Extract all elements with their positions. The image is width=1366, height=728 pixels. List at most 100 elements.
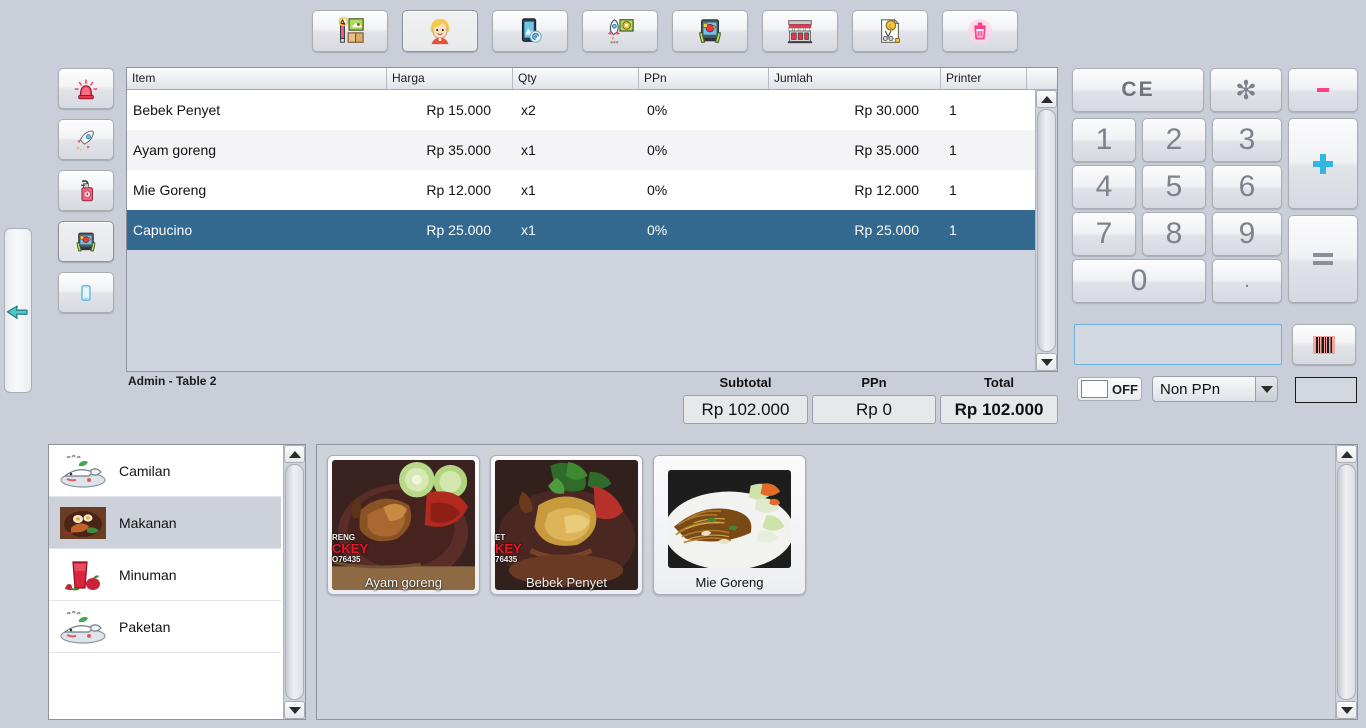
cell-harga: Rp 25.000 <box>426 222 491 238</box>
scroll-down-button[interactable] <box>1336 701 1357 719</box>
scroll-up-button[interactable] <box>1336 445 1357 463</box>
bebek-penyet-photo <box>495 460 638 590</box>
product-thumbnail <box>332 460 475 590</box>
scroll-track[interactable] <box>1336 463 1357 701</box>
key-decimal[interactable]: . <box>1212 259 1282 303</box>
customer-button[interactable] <box>402 10 478 52</box>
product-scrollbar-inner[interactable] <box>1335 445 1357 719</box>
table-row[interactable]: Mie Goreng Rp 12.000 x1 0% Rp 12.000 1 <box>127 170 1057 210</box>
session-context-label: Admin - Table 2 <box>128 374 217 388</box>
scroll-thumb[interactable] <box>1337 464 1356 700</box>
category-item-camilan[interactable]: Camilan <box>49 445 282 497</box>
scroll-down-button[interactable] <box>1036 353 1057 371</box>
discount-field[interactable] <box>1295 377 1357 403</box>
scroll-track[interactable] <box>284 463 305 701</box>
clipboard-coin-icon: L <box>881 18 900 43</box>
spray-button[interactable] <box>58 170 114 211</box>
subtotal-value: Rp 102.000 <box>683 395 808 424</box>
store-button[interactable] <box>762 10 838 52</box>
key-minus[interactable] <box>1288 68 1358 112</box>
storefront-icon <box>787 20 813 44</box>
key-6[interactable]: 6 <box>1212 165 1282 209</box>
table-row[interactable]: Ayam goreng Rp 35.000 x1 0% Rp 35.000 1 <box>127 130 1057 170</box>
scroll-track[interactable] <box>1036 108 1057 353</box>
numeric-keypad: CE ✻ 1 2 3 4 5 6 7 8 9 0 . <box>1072 68 1358 311</box>
ppn-label: PPn <box>861 375 887 390</box>
product-card-mie-goreng[interactable]: Mie Goreng <box>653 455 806 595</box>
key-asterisk[interactable]: ✻ <box>1210 68 1282 112</box>
rocket-settings-icon <box>607 19 634 44</box>
arcade-machine-icon <box>699 19 721 43</box>
plus-icon <box>1313 153 1333 174</box>
mie-goreng-photo <box>668 470 791 568</box>
category-scrollbar[interactable] <box>281 445 305 719</box>
cell-printer: 1 <box>949 182 957 198</box>
sync-button[interactable] <box>492 10 568 52</box>
panel-expand-tab[interactable] <box>4 228 32 393</box>
table-row[interactable]: Bebek Penyet Rp 15.000 x2 0% Rp 30.000 1 <box>127 90 1057 130</box>
scroll-thumb[interactable] <box>1037 109 1056 352</box>
product-scrollbar[interactable] <box>1333 445 1357 719</box>
barcode-input[interactable] <box>1074 324 1282 365</box>
key-1[interactable]: 1 <box>1072 118 1136 162</box>
key-8[interactable]: 8 <box>1142 212 1206 256</box>
subtotal-label: Subtotal <box>719 375 772 390</box>
column-header-harga[interactable]: Harga <box>387 68 513 89</box>
boost-button[interactable] <box>58 119 114 160</box>
arcade-button[interactable] <box>58 221 114 262</box>
cell-printer: 1 <box>949 102 957 118</box>
category-item-makanan[interactable]: Makanan <box>49 497 282 549</box>
key-equals[interactable] <box>1288 215 1358 303</box>
media-button[interactable] <box>672 10 748 52</box>
trash-icon <box>967 18 993 44</box>
delete-button[interactable] <box>942 10 1018 52</box>
fish-dish-icon <box>60 610 106 644</box>
key-2[interactable]: 2 <box>1142 118 1206 162</box>
category-item-paketan[interactable]: Paketan <box>49 601 282 653</box>
ppn-select[interactable]: Non PPn <box>1152 376 1278 402</box>
launch-button[interactable] <box>582 10 658 52</box>
scroll-down-button[interactable] <box>284 701 305 719</box>
column-header-ppn[interactable]: PPn <box>639 68 769 89</box>
scroll-up-button[interactable] <box>1036 90 1057 108</box>
cell-ppn: 0% <box>647 222 668 238</box>
key-ce[interactable]: CE <box>1072 68 1204 112</box>
siren-icon <box>74 78 98 99</box>
column-header-printer[interactable]: Printer <box>941 68 1027 89</box>
chevron-down-icon[interactable] <box>1255 377 1277 401</box>
category-item-minuman[interactable]: Minuman <box>49 549 282 601</box>
table-row-selected[interactable]: Capucino Rp 25.000 x1 0% Rp 25.000 1 <box>127 210 1057 250</box>
scroll-thumb[interactable] <box>285 464 304 700</box>
scroll-up-button[interactable] <box>284 445 305 463</box>
key-4[interactable]: 4 <box>1072 165 1136 209</box>
product-card-ayam-goreng[interactable]: RENG CKEY O76435 Ayam goreng <box>327 455 480 595</box>
key-0[interactable]: 0 <box>1072 259 1206 303</box>
ppn-toggle[interactable]: OFF <box>1077 377 1142 401</box>
product-watermark: ET KEY 76435 <box>495 533 522 564</box>
report-button[interactable]: L <box>852 10 928 52</box>
key-7[interactable]: 7 <box>1072 212 1136 256</box>
barcode-scan-button[interactable] <box>1292 324 1356 365</box>
ppn-group: PPn Rp 0 <box>812 375 936 424</box>
new-order-button[interactable] <box>312 10 388 52</box>
product-card-bebek-penyet[interactable]: ET KEY 76435 Bebek Penyet <box>490 455 643 595</box>
column-header-item[interactable]: Item <box>127 68 387 89</box>
category-scrollbar-inner[interactable] <box>283 445 305 719</box>
cell-ppn: 0% <box>647 142 668 158</box>
column-header-qty[interactable]: Qty <box>513 68 639 89</box>
key-plus[interactable] <box>1288 118 1358 209</box>
triangle-up-icon <box>1340 450 1353 458</box>
key-3[interactable]: 3 <box>1212 118 1282 162</box>
alarm-button[interactable] <box>58 68 114 109</box>
order-table-header: Item Harga Qty PPn Jumlah Printer <box>127 68 1057 90</box>
minus-icon <box>1317 88 1329 92</box>
product-watermark: RENG CKEY O76435 <box>332 533 368 564</box>
key-9[interactable]: 9 <box>1212 212 1282 256</box>
key-5[interactable]: 5 <box>1142 165 1206 209</box>
column-header-jumlah[interactable]: Jumlah <box>769 68 941 89</box>
mobile-button[interactable] <box>58 272 114 313</box>
order-table-scrollbar[interactable] <box>1035 90 1057 371</box>
cell-harga: Rp 35.000 <box>426 142 491 158</box>
cell-jumlah: Rp 12.000 <box>854 182 919 198</box>
order-table-body: Bebek Penyet Rp 15.000 x2 0% Rp 30.000 1… <box>127 90 1057 371</box>
